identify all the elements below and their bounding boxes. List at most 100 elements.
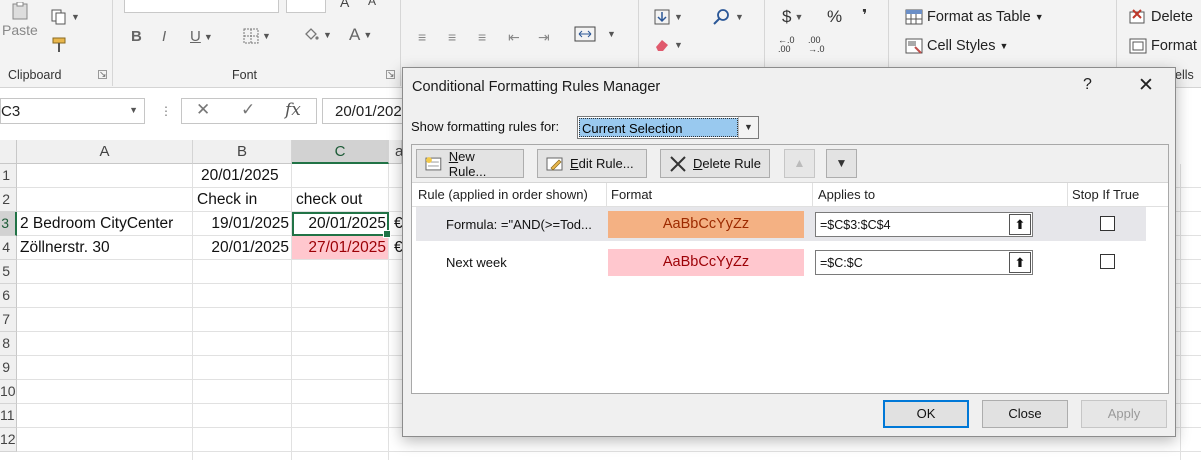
paste-clipboard-icon[interactable] (10, 2, 32, 20)
applies-to-input[interactable]: =$C:$C ⬆ (815, 250, 1033, 275)
comma-button[interactable]: ❜ (862, 6, 867, 24)
row-header[interactable]: 3 (0, 212, 17, 236)
insert-function-icon[interactable]: fx (285, 100, 301, 120)
show-rules-select[interactable]: Current Selection ▼ (577, 116, 759, 139)
row-header[interactable]: 1 (0, 164, 17, 188)
column-header-a[interactable]: A (17, 140, 193, 164)
cell-b3[interactable]: 19/01/2025 (193, 212, 291, 235)
format-as-table-button[interactable]: Format as Table ▼ (905, 9, 1044, 25)
cancel-icon[interactable]: ✕ (196, 100, 210, 120)
fill-color-dropdown-icon[interactable]: ▼ (323, 30, 332, 40)
underline-button[interactable]: U ▼ (190, 28, 213, 45)
copy-icon[interactable]: ▼ (50, 8, 80, 26)
stop-if-true-checkbox[interactable] (1100, 216, 1115, 231)
fill-down-button[interactable]: ▼ (653, 8, 683, 26)
column-header-d[interactable]: a (389, 140, 403, 164)
fill-color-button[interactable]: ▼ (302, 26, 332, 44)
clear-dropdown-icon[interactable]: ▼ (674, 40, 683, 50)
close-icon[interactable]: ✕ (1138, 74, 1154, 97)
name-box-dropdown-icon[interactable]: ▼ (129, 105, 138, 115)
increase-decimal-button[interactable]: ←.0 .00 (778, 36, 795, 54)
paste-button[interactable]: Paste (2, 22, 38, 38)
new-rule-button[interactable]: New Rule... (416, 149, 524, 179)
currency-button[interactable]: $ ▼ (782, 7, 803, 27)
edit-rule-label: Edit Rule... (570, 156, 634, 171)
decrease-decimal-button[interactable]: .00 →.0 (808, 36, 825, 54)
cell-a3[interactable]: 2 Bedroom CityCenter (18, 212, 192, 235)
rule-row[interactable]: Next week AaBbCcYyZz =$C:$C ⬆ (416, 245, 1146, 279)
row-header[interactable]: 2 (0, 188, 17, 212)
column-header-c[interactable]: C (292, 140, 389, 164)
font-color-dropdown-icon[interactable]: ▼ (363, 30, 372, 40)
ok-button[interactable]: OK (883, 400, 969, 428)
decrease-indent-icon[interactable]: ⇤ (508, 29, 520, 46)
select-all-corner[interactable] (0, 140, 17, 164)
row-header[interactable]: 11 (0, 404, 17, 428)
row-header[interactable]: 10 (0, 380, 17, 404)
borders-dropdown-icon[interactable]: ▼ (262, 31, 271, 41)
help-icon[interactable]: ? (1083, 76, 1092, 94)
range-picker-icon[interactable]: ⬆ (1009, 252, 1031, 273)
cell-b2[interactable]: Check in (195, 188, 291, 211)
row-header[interactable]: 7 (0, 308, 17, 332)
cell-styles-dropdown-icon[interactable]: ▼ (1000, 41, 1009, 51)
clear-button[interactable]: ▼ (653, 37, 683, 53)
applies-to-input[interactable]: =$C$3:$C$4 ⬆ (815, 212, 1033, 237)
font-color-button[interactable]: A ▼ (349, 25, 372, 45)
apply-button[interactable]: Apply (1081, 400, 1167, 428)
clipboard-launcher-icon[interactable]: ↘ (98, 70, 107, 79)
column-header-b[interactable]: B (193, 140, 292, 164)
font-grow-icon[interactable]: A (340, 0, 349, 10)
italic-button[interactable]: I (162, 28, 166, 45)
move-down-button[interactable]: ▼ (826, 149, 857, 178)
find-select-button[interactable]: ▼ (712, 8, 744, 26)
font-size-box[interactable] (286, 0, 326, 13)
cell-b1[interactable]: 20/01/2025 (199, 164, 291, 187)
name-box[interactable]: C3 ▼ (0, 98, 145, 124)
row-header[interactable]: 12 (0, 428, 17, 452)
font-launcher-icon[interactable]: ↘ (386, 70, 395, 79)
align-center-icon[interactable]: ≡ (448, 29, 456, 45)
font-shrink-icon[interactable]: A (368, 0, 376, 8)
cell-c2[interactable]: check out (294, 188, 388, 211)
row-header[interactable]: 8 (0, 332, 17, 356)
copy-dropdown-icon[interactable]: ▼ (71, 12, 80, 22)
currency-dropdown-icon[interactable]: ▼ (794, 12, 803, 22)
cell-styles-button[interactable]: Cell Styles ▼ (905, 38, 1008, 54)
delete-rule-button[interactable]: Delete Rule (660, 149, 770, 178)
delete-cells-button[interactable]: Delete (1129, 9, 1193, 25)
chevron-down-icon[interactable]: ▼ (738, 117, 758, 138)
format-painter-icon[interactable] (50, 36, 68, 54)
range-picker-icon[interactable]: ⬆ (1009, 214, 1031, 235)
format-as-table-dropdown-icon[interactable]: ▼ (1035, 12, 1044, 22)
row-header[interactable]: 5 (0, 260, 17, 284)
find-dropdown-icon[interactable]: ▼ (735, 12, 744, 22)
font-name-box[interactable] (124, 0, 279, 13)
row-header[interactable]: 4 (0, 236, 17, 260)
underline-dropdown-icon[interactable]: ▼ (204, 32, 213, 42)
cell-c4[interactable]: 27/01/2025 (292, 236, 388, 259)
edit-rule-button[interactable]: Edit Rule... (537, 149, 647, 178)
increase-indent-icon[interactable]: ⇥ (538, 29, 550, 46)
formula-bar-more-icon[interactable]: ⋮ (160, 104, 172, 118)
cell-b4[interactable]: 20/01/2025 (193, 236, 291, 259)
merge-dropdown-icon[interactable]: ▼ (607, 29, 616, 39)
stop-if-true-checkbox[interactable] (1100, 254, 1115, 269)
merge-center-button[interactable]: ▼ (574, 25, 616, 43)
rule-row[interactable]: Formula: ="AND(>=Tod... AaBbCcYyZz =$C$3… (416, 207, 1146, 241)
close-button[interactable]: Close (982, 400, 1068, 428)
align-left-icon[interactable]: ≡ (418, 29, 426, 45)
cell-d3[interactable]: € (392, 212, 402, 235)
cell-a4[interactable]: Zöllnerstr. 30 (18, 236, 192, 259)
row-header[interactable]: 6 (0, 284, 17, 308)
enter-check-icon[interactable]: ✓ (241, 100, 255, 120)
bold-button[interactable]: B (131, 28, 142, 45)
cell-d4[interactable]: € (392, 236, 402, 259)
move-up-button[interactable]: ▲ (784, 149, 815, 178)
fill-down-dropdown-icon[interactable]: ▼ (674, 12, 683, 22)
row-header[interactable]: 9 (0, 356, 17, 380)
format-cells-button[interactable]: Format (1129, 38, 1197, 54)
borders-button[interactable]: ▼ (243, 28, 271, 44)
percent-button[interactable]: % (827, 7, 842, 27)
align-right-icon[interactable]: ≡ (478, 29, 486, 45)
